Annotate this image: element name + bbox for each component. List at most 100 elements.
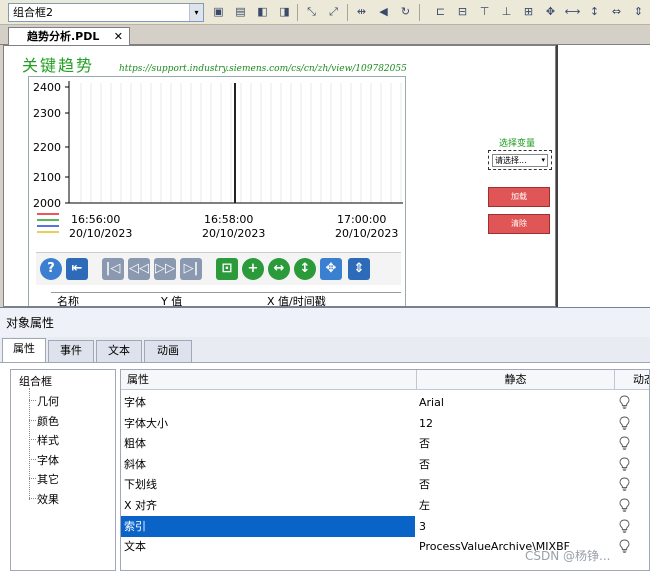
rotate-icon[interactable]: ↻	[397, 4, 414, 20]
center-icon[interactable]: ✥	[542, 4, 559, 20]
zoom-value-axis-icon[interactable]: ↕	[294, 258, 316, 280]
space-vertical-icon[interactable]: ↕	[586, 4, 603, 20]
tree-item[interactable]: 样式	[37, 432, 59, 448]
chevron-down-icon[interactable]: ▾	[189, 4, 203, 21]
trend-control[interactable]: 2400 2300 2200 2100 2000 16:56:00 20/10/2023 1…	[28, 76, 406, 306]
tree-item[interactable]: 效果	[37, 491, 59, 507]
align-top-icon[interactable]: ⊤	[476, 4, 493, 20]
lightbulb-icon[interactable]	[619, 539, 630, 553]
space-horizontal-icon[interactable]: ⟷	[564, 4, 581, 20]
tab-properties[interactable]: 属性	[2, 338, 46, 362]
zoom-in-icon[interactable]: +	[242, 258, 264, 280]
property-row[interactable]: 斜体 否	[121, 454, 649, 475]
property-static-value[interactable]: 左	[419, 495, 615, 516]
combobox-selected-frame[interactable]: 请选择... ▾	[488, 150, 552, 170]
tab-animation[interactable]: 动画	[144, 340, 192, 362]
trend-plot: 24002300220021002000 16:56:0020/10/20231…	[33, 81, 403, 240]
properties-body: 组合框 几何颜色样式字体其它效果 属性 静态 动态 字体Arial 字体大小 12粗…	[0, 362, 650, 573]
close-icon[interactable]: ✕	[114, 28, 123, 45]
ruler-icon[interactable]: ⇕	[348, 258, 370, 280]
tab-events[interactable]: 事件	[48, 340, 94, 362]
picture-canvas: 关键趋势 https://support.industry.siemens.co…	[3, 45, 556, 307]
property-row[interactable]: X 对齐 左	[121, 495, 649, 516]
property-name: X 对齐	[124, 499, 158, 512]
property-name: 字体大小	[124, 416, 168, 430]
canvas-margin	[556, 45, 650, 307]
trend-toolbar: ? ⇤ |◁ ◁◁ ▷▷ ▷| ⊡ + ↔ ↕ ✥ ⇕	[36, 252, 401, 285]
properties-tabs: 属性 事件 文本 动画	[0, 337, 650, 362]
x-tick-date: 20/10/2023	[202, 227, 265, 240]
grid-header: 属性 静态 动态	[121, 370, 649, 390]
help-icon[interactable]: ?	[40, 258, 62, 280]
align-center-icon[interactable]: ⊟	[454, 4, 471, 20]
tab-trend-analysis[interactable]: 趋势分析.PDL ✕	[8, 27, 130, 46]
variable-select[interactable]: 请选择... ▾	[492, 154, 548, 167]
align-left-icon[interactable]: ⊏	[432, 4, 449, 20]
load-button[interactable]: 加载	[488, 187, 550, 207]
next-record-icon[interactable]: ▷▷	[154, 258, 176, 280]
variable-select-value: 请选择...	[495, 156, 527, 165]
zoom-time-axis-icon[interactable]: ↔	[268, 258, 290, 280]
first-record-icon[interactable]: |◁	[102, 258, 124, 280]
object-combo[interactable]: 组合框2 ▾	[8, 3, 204, 22]
config-dialog-icon[interactable]: ⇤	[66, 258, 88, 280]
flip-horizontal-icon[interactable]: ⇹	[353, 4, 370, 20]
picture-url: https://support.industry.siemens.com/cs/…	[119, 64, 407, 74]
chevron-down-icon[interactable]: ▾	[541, 155, 545, 166]
lightbulb-icon[interactable]	[619, 519, 630, 533]
property-row[interactable]: 索引 3	[121, 515, 649, 537]
property-static-value[interactable]: 否	[419, 474, 615, 495]
move-icon[interactable]: ✥	[320, 258, 342, 280]
x-tick-time: 17:00:00	[337, 213, 386, 226]
property-row[interactable]: 字体 Arial	[121, 392, 649, 413]
lightbulb-icon[interactable]	[619, 416, 630, 430]
property-row[interactable]: 字体大小 12	[121, 413, 649, 434]
lightbulb-icon[interactable]	[619, 457, 630, 471]
property-name: 斜体	[124, 457, 146, 471]
col-name: 名称	[57, 295, 79, 307]
property-static-value[interactable]: 12	[419, 413, 615, 434]
property-static-value[interactable]: 3	[419, 516, 615, 537]
tree-item[interactable]: 其它	[37, 471, 59, 487]
zoom-area-icon[interactable]: ⊡	[216, 258, 238, 280]
previous-record-icon[interactable]: ◁◁	[128, 258, 150, 280]
y-tick-label: 2300	[33, 107, 61, 120]
property-row[interactable]: 下划线 否	[121, 474, 649, 495]
flip-vertical-icon[interactable]: ◀	[375, 4, 392, 20]
lightbulb-icon[interactable]	[619, 395, 630, 409]
lightbulb-icon[interactable]	[619, 477, 630, 492]
bring-front-icon[interactable]: ◧	[254, 4, 271, 20]
send-back-icon[interactable]: ◨	[276, 4, 293, 20]
connector-alt-icon[interactable]: ⤢	[325, 4, 342, 20]
align-middle-icon[interactable]: ⊞	[520, 4, 537, 20]
connector-icon[interactable]: ⤡	[303, 4, 320, 20]
property-name: 索引	[121, 515, 415, 537]
lightbulb-icon[interactable]	[619, 436, 630, 450]
tab-label: 趋势分析.PDL	[27, 30, 100, 43]
property-name: 文本	[124, 540, 146, 554]
same-width-icon[interactable]: ⇔	[608, 4, 625, 20]
lightbulb-icon[interactable]	[619, 498, 630, 512]
property-static-value[interactable]: 否	[419, 433, 615, 454]
tree-item[interactable]: 几何	[37, 393, 59, 409]
x-tick-date: 20/10/2023	[69, 227, 132, 240]
ungroup-icon[interactable]: ▤	[232, 4, 249, 20]
select-variable-label: 选择变量	[499, 139, 536, 149]
value-table-header: 名称 Y 值 X 值/时间戳	[51, 292, 401, 306]
tree-item[interactable]: 颜色	[37, 413, 59, 429]
header-property: 属性	[121, 370, 417, 390]
tree-root[interactable]: 组合框	[19, 373, 52, 389]
tab-text[interactable]: 文本	[96, 340, 142, 362]
property-row[interactable]: 粗体 否	[121, 433, 649, 454]
tree-item[interactable]: 字体	[37, 452, 59, 468]
last-record-icon[interactable]: ▷|	[180, 258, 202, 280]
property-static-value[interactable]: Arial	[419, 392, 615, 413]
align-bottom-icon[interactable]: ⊥	[498, 4, 515, 20]
clear-button[interactable]: 清除	[488, 214, 550, 234]
property-static-value[interactable]: 否	[419, 454, 615, 475]
header-dynamic: 动态	[633, 373, 649, 386]
document-tabstrip: 趋势分析.PDL ✕	[0, 25, 650, 46]
same-height-icon[interactable]: ⇕	[630, 4, 647, 20]
group-icon[interactable]: ▣	[210, 4, 227, 20]
y-tick-label: 2200	[33, 141, 61, 154]
